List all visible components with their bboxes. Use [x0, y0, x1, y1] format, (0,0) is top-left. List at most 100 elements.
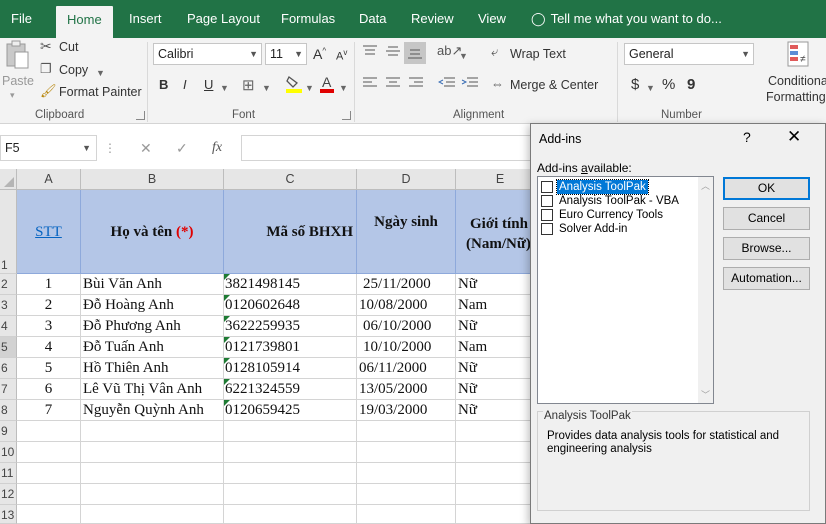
name-box[interactable]: F5 ▼: [0, 135, 97, 161]
font-name-combo[interactable]: Calibri ▼: [153, 43, 262, 65]
row-header-4[interactable]: 4: [0, 316, 17, 337]
enter-entry-icon[interactable]: ✓: [176, 135, 188, 161]
paste-icon[interactable]: [4, 40, 30, 70]
cell-name[interactable]: Lê Vũ Thị Vân Anh: [81, 379, 224, 400]
cell-dob[interactable]: 19/03/2000: [357, 400, 456, 421]
empty-cell[interactable]: [224, 463, 357, 484]
tab-home[interactable]: Home: [56, 6, 113, 38]
row-header-7[interactable]: 7: [0, 379, 17, 400]
row-header-13[interactable]: 13: [0, 505, 17, 524]
shrink-font-button[interactable]: Av: [336, 48, 347, 63]
middle-align-icon[interactable]: [385, 44, 401, 61]
cell-bhxh[interactable]: 6221324559: [224, 379, 357, 400]
bold-button[interactable]: B: [159, 77, 168, 92]
align-right-icon[interactable]: [408, 76, 424, 93]
cell-name[interactable]: Đỗ Phương Anh: [81, 316, 224, 337]
tab-data[interactable]: Data: [348, 0, 397, 38]
currency-dropdown[interactable]: ▼: [646, 80, 655, 94]
empty-cell[interactable]: [357, 463, 456, 484]
conditional-formatting-label-2[interactable]: Formatting: [766, 90, 826, 104]
row-header-9[interactable]: 9: [0, 421, 17, 442]
row-header-2[interactable]: 2: [0, 274, 17, 295]
insert-function-icon[interactable]: fx: [212, 135, 222, 161]
header-cell-stt[interactable]: STT: [17, 190, 81, 274]
tab-insert[interactable]: Insert: [118, 0, 173, 38]
decrease-indent-icon[interactable]: [437, 76, 456, 93]
row-header-1[interactable]: 1: [0, 190, 17, 274]
tab-view[interactable]: View: [467, 0, 517, 38]
paste-dropdown[interactable]: ▾: [10, 90, 15, 101]
row-header-6[interactable]: 6: [0, 358, 17, 379]
empty-cell[interactable]: [17, 442, 81, 463]
cell-dob[interactable]: 13/05/2000: [357, 379, 456, 400]
bottom-align-icon[interactable]: [404, 42, 426, 64]
column-header-b[interactable]: B: [81, 169, 224, 190]
cell-dob[interactable]: 10/08/2000: [357, 295, 456, 316]
cell-bhxh[interactable]: 3821498145: [224, 274, 357, 295]
fill-color-icon[interactable]: [285, 74, 303, 97]
cut-button[interactable]: Cut: [59, 40, 78, 54]
align-center-icon[interactable]: [385, 76, 401, 93]
row-header-8[interactable]: 8: [0, 400, 17, 421]
cell-name[interactable]: Nguyễn Quỳnh Anh: [81, 400, 224, 421]
cell-name[interactable]: Hồ Thiên Anh: [81, 358, 224, 379]
conditional-formatting-label-1[interactable]: Conditional: [768, 74, 826, 88]
list-scrollbar[interactable]: ︿ ﹀: [698, 177, 713, 403]
empty-cell[interactable]: [81, 463, 224, 484]
empty-cell[interactable]: [224, 505, 357, 524]
empty-cell[interactable]: [357, 442, 456, 463]
empty-cell[interactable]: [224, 421, 357, 442]
font-size-combo[interactable]: 11 ▼: [265, 43, 307, 65]
browse-button[interactable]: Browse...: [723, 237, 810, 260]
automation-button[interactable]: Automation...: [723, 267, 810, 290]
percent-button[interactable]: %: [662, 76, 675, 93]
cell-stt[interactable]: 5: [17, 358, 81, 379]
cell-stt[interactable]: 4: [17, 337, 81, 358]
borders-icon[interactable]: ⊞: [242, 76, 255, 94]
copy-dropdown[interactable]: ▼: [96, 65, 105, 79]
empty-cell[interactable]: [357, 484, 456, 505]
grow-font-button[interactable]: A^: [313, 46, 326, 62]
close-icon[interactable]: ✕: [787, 127, 801, 147]
currency-button[interactable]: $: [631, 76, 639, 93]
cell-stt[interactable]: 3: [17, 316, 81, 337]
checkbox[interactable]: [541, 209, 553, 221]
header-cell-name[interactable]: Họ và tên (*): [81, 190, 224, 274]
cell-bhxh[interactable]: 0128105914: [224, 358, 357, 379]
cell-dob[interactable]: 06/10/2000: [357, 316, 456, 337]
cell-stt[interactable]: 1: [17, 274, 81, 295]
empty-cell[interactable]: [17, 505, 81, 524]
cell-stt[interactable]: 6: [17, 379, 81, 400]
row-header-11[interactable]: 11: [0, 463, 17, 484]
header-cell-dob[interactable]: Ngày sinh: [357, 190, 456, 274]
row-header-5[interactable]: 5: [0, 337, 17, 358]
empty-cell[interactable]: [17, 463, 81, 484]
paste-button[interactable]: Paste: [2, 74, 34, 88]
row-header-10[interactable]: 10: [0, 442, 17, 463]
underline-button[interactable]: U: [204, 77, 213, 92]
number-format-combo[interactable]: General ▼: [624, 43, 754, 65]
empty-cell[interactable]: [17, 484, 81, 505]
scroll-up-icon[interactable]: ︿: [698, 179, 713, 192]
empty-cell[interactable]: [81, 442, 224, 463]
checkbox[interactable]: [541, 181, 553, 193]
cell-bhxh[interactable]: 0121739801: [224, 337, 357, 358]
increase-indent-icon[interactable]: [461, 76, 479, 93]
merge-center-button[interactable]: Merge & Center: [510, 78, 598, 92]
empty-cell[interactable]: [224, 442, 357, 463]
underline-dropdown[interactable]: ▼: [220, 80, 229, 94]
fill-color-dropdown[interactable]: ▼: [305, 80, 314, 94]
select-all-corner[interactable]: [0, 169, 17, 190]
help-button[interactable]: ?: [743, 129, 751, 145]
cell-name[interactable]: Đỗ Tuấn Anh: [81, 337, 224, 358]
cell-bhxh[interactable]: 0120659425: [224, 400, 357, 421]
italic-button[interactable]: I: [183, 77, 187, 92]
header-cell-bhxh[interactable]: Mã số BHXH: [224, 190, 357, 274]
cell-dob[interactable]: 10/10/2000: [357, 337, 456, 358]
orientation-dropdown[interactable]: ▼: [459, 48, 468, 62]
cell-name[interactable]: Bùi Văn Anh: [81, 274, 224, 295]
empty-cell[interactable]: [81, 484, 224, 505]
empty-cell[interactable]: [224, 484, 357, 505]
align-left-icon[interactable]: [362, 76, 378, 93]
borders-dropdown[interactable]: ▼: [262, 80, 271, 94]
